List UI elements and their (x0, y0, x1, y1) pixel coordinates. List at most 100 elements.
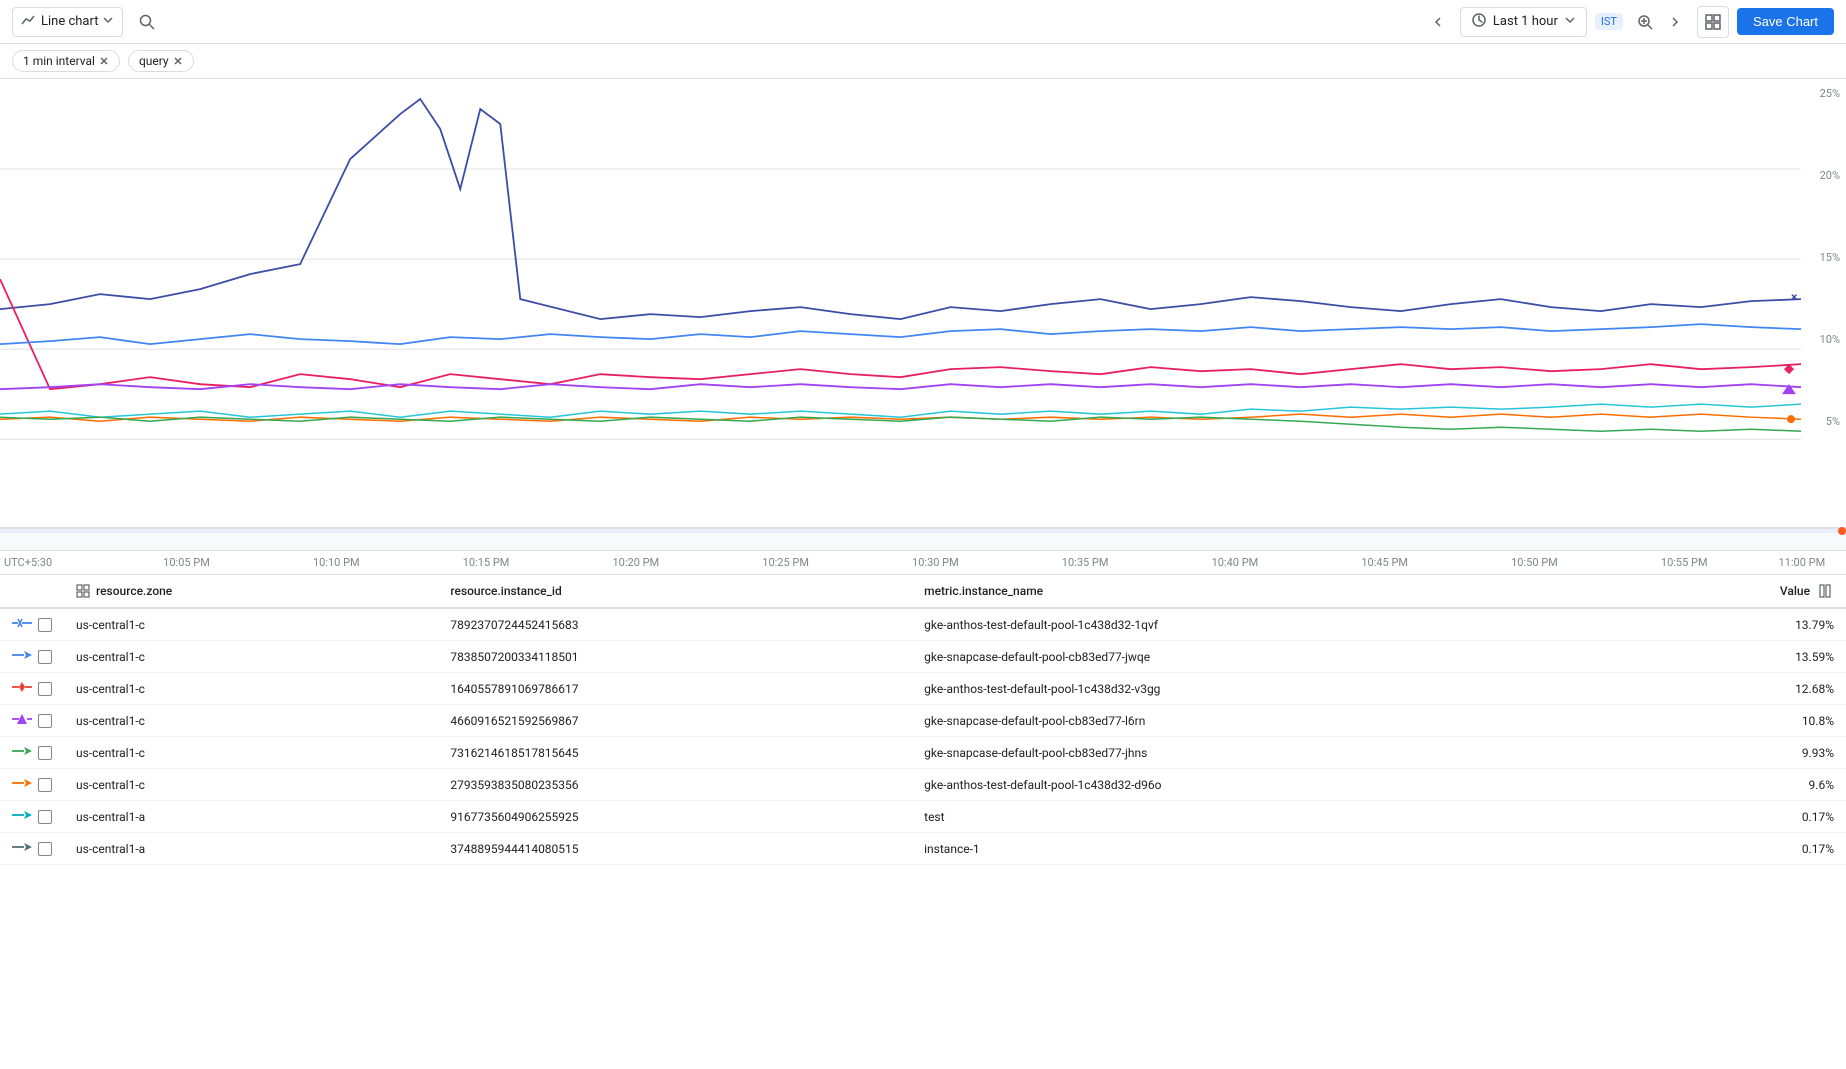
nav-next-button[interactable] (1661, 8, 1689, 36)
time-label-1050: 10:50 PM (1511, 556, 1558, 569)
row-indicator-cell (0, 833, 64, 865)
th-value[interactable]: Value (1726, 575, 1846, 608)
row-value: 13.79% (1726, 608, 1846, 641)
time-label-1040: 10:40 PM (1212, 556, 1259, 569)
y-label-25: 25% (1820, 87, 1840, 100)
header: Line chart Last 1 hour IST (0, 0, 1846, 44)
table-row: us-central1-c 4660916521592569867 gke-sn… (0, 705, 1846, 737)
row-zone: us-central1-a (64, 801, 438, 833)
row-instance-id: 3748895944414080515 (438, 833, 912, 865)
table-row: us-central1-c 7892370724452415683 gke-an… (0, 608, 1846, 641)
row-instance-name: test (912, 801, 1726, 833)
row-instance-name: gke-anthos-test-default-pool-1c438d32-v3… (912, 673, 1726, 705)
row-zone: us-central1-c (64, 769, 438, 801)
y-label-15: 15% (1820, 251, 1840, 264)
row-indicator-cell (0, 769, 64, 801)
grid-icon (76, 584, 90, 598)
th-instance-id[interactable]: resource.instance_id (438, 575, 912, 608)
row-value: 13.59% (1726, 641, 1846, 673)
table-body: us-central1-c 7892370724452415683 gke-an… (0, 608, 1846, 865)
row-checkbox[interactable] (38, 746, 52, 760)
th-zone-label: resource.zone (96, 584, 172, 598)
row-value: 10.8% (1726, 705, 1846, 737)
th-instance-name-label: metric.instance_name (924, 584, 1043, 598)
row-checkbox[interactable] (38, 618, 52, 632)
search-button[interactable] (131, 6, 163, 38)
header-right: Last 1 hour IST Save Chart (1424, 6, 1834, 38)
th-instance-id-label: resource.instance_id (450, 584, 561, 598)
time-label-1025: 10:25 PM (762, 556, 809, 569)
line-marker (12, 617, 32, 632)
columns-icon[interactable] (1818, 583, 1834, 599)
row-checkbox[interactable] (38, 810, 52, 824)
th-zone[interactable]: resource.zone (64, 575, 438, 608)
filter-chip-interval[interactable]: 1 min interval (12, 50, 120, 72)
row-value: 0.17% (1726, 801, 1846, 833)
line-marker (12, 841, 32, 856)
row-instance-id: 7316214618517815645 (438, 737, 912, 769)
row-instance-id: 7892370724452415683 (438, 608, 912, 641)
table-row: us-central1-a 3748895944414080515 instan… (0, 833, 1846, 865)
row-checkbox[interactable] (38, 650, 52, 664)
chart-type-selector[interactable]: Line chart (12, 7, 123, 37)
time-label-1030: 10:30 PM (912, 556, 959, 569)
row-zone: us-central1-c (64, 608, 438, 641)
row-zone: us-central1-c (64, 673, 438, 705)
chevron-down-icon-time (1564, 14, 1576, 30)
chevron-down-icon (102, 14, 114, 30)
time-label-1005: 10:05 PM (163, 556, 210, 569)
line-chart-icon (21, 12, 37, 32)
time-label-1100: 11:00 PM (1779, 556, 1826, 569)
row-instance-id: 4660916521592569867 (438, 705, 912, 737)
y-label-10: 10% (1820, 333, 1840, 346)
row-instance-name: instance-1 (912, 833, 1726, 865)
row-indicator-cell (0, 673, 64, 705)
timezone-label: UTC+5:30 (4, 556, 52, 569)
line-marker (12, 745, 32, 760)
clock-icon (1471, 12, 1487, 32)
zoom-in-button[interactable] (1631, 8, 1659, 36)
time-range-selector[interactable]: Last 1 hour (1460, 7, 1587, 37)
chart-mode-button[interactable] (1697, 6, 1729, 38)
time-label-1035: 10:35 PM (1062, 556, 1109, 569)
row-instance-id: 1640557891069786617 (438, 673, 912, 705)
row-checkbox[interactable] (38, 682, 52, 696)
row-instance-id: 7838507200334118501 (438, 641, 912, 673)
th-value-label: Value (1780, 584, 1810, 598)
nav-prev-button[interactable] (1424, 8, 1452, 36)
row-indicator-cell (0, 801, 64, 833)
row-instance-name: gke-anthos-test-default-pool-1c438d32-d9… (912, 769, 1726, 801)
th-indicator (0, 575, 64, 608)
header-left: Line chart (12, 6, 163, 38)
row-value: 9.93% (1726, 737, 1846, 769)
chart-type-label: Line chart (41, 14, 98, 29)
time-label-1020: 10:20 PM (612, 556, 659, 569)
line-marker (12, 713, 32, 728)
filter-chip-interval-label: 1 min interval (23, 54, 95, 68)
row-zone: us-central1-c (64, 705, 438, 737)
th-instance-name[interactable]: metric.instance_name (912, 575, 1726, 608)
line-marker (12, 809, 32, 824)
save-chart-button[interactable]: Save Chart (1737, 8, 1834, 35)
row-zone: us-central1-a (64, 833, 438, 865)
chart-svg[interactable]: × (0, 79, 1801, 529)
data-table-container: resource.zone resource.instance_id metri… (0, 575, 1846, 1069)
time-label-1010: 10:10 PM (313, 556, 360, 569)
timezone-badge: IST (1595, 13, 1623, 30)
row-instance-name: gke-snapcase-default-pool-cb83ed77-jwqe (912, 641, 1726, 673)
row-indicator-cell (0, 641, 64, 673)
table-row: us-central1-c 2793593835080235356 gke-an… (0, 769, 1846, 801)
timeline-scrubber[interactable] (0, 529, 1846, 551)
y-axis: 25% 20% 15% 10% 5% (1801, 79, 1846, 497)
zoom-controls (1631, 8, 1689, 36)
row-checkbox[interactable] (38, 842, 52, 856)
table-row: us-central1-c 7316214618517815645 gke-sn… (0, 737, 1846, 769)
row-checkbox[interactable] (38, 714, 52, 728)
row-value: 9.6% (1726, 769, 1846, 801)
row-instance-id: 2793593835080235356 (438, 769, 912, 801)
line-marker (12, 649, 32, 664)
y-label-20: 20% (1820, 169, 1840, 182)
table-row: us-central1-a 9167735604906255925 test 0… (0, 801, 1846, 833)
filter-chip-query[interactable]: query (128, 50, 194, 72)
row-checkbox[interactable] (38, 778, 52, 792)
